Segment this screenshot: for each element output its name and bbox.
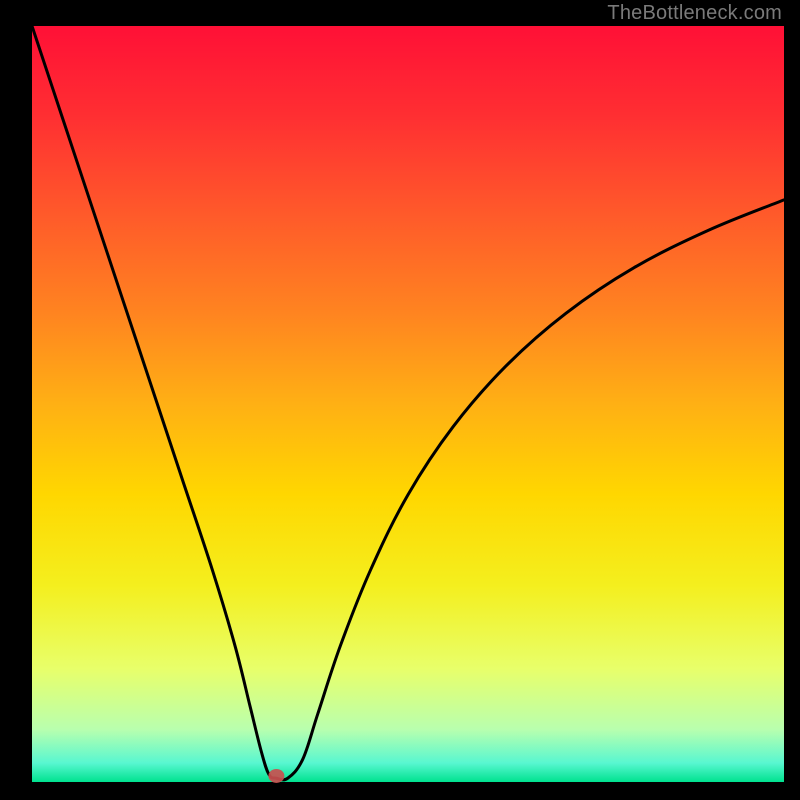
optimal-point-marker bbox=[268, 769, 284, 783]
bottleneck-chart bbox=[0, 0, 800, 800]
chart-container: TheBottleneck.com bbox=[0, 0, 800, 800]
plot-background bbox=[32, 26, 784, 782]
watermark: TheBottleneck.com bbox=[607, 2, 782, 25]
